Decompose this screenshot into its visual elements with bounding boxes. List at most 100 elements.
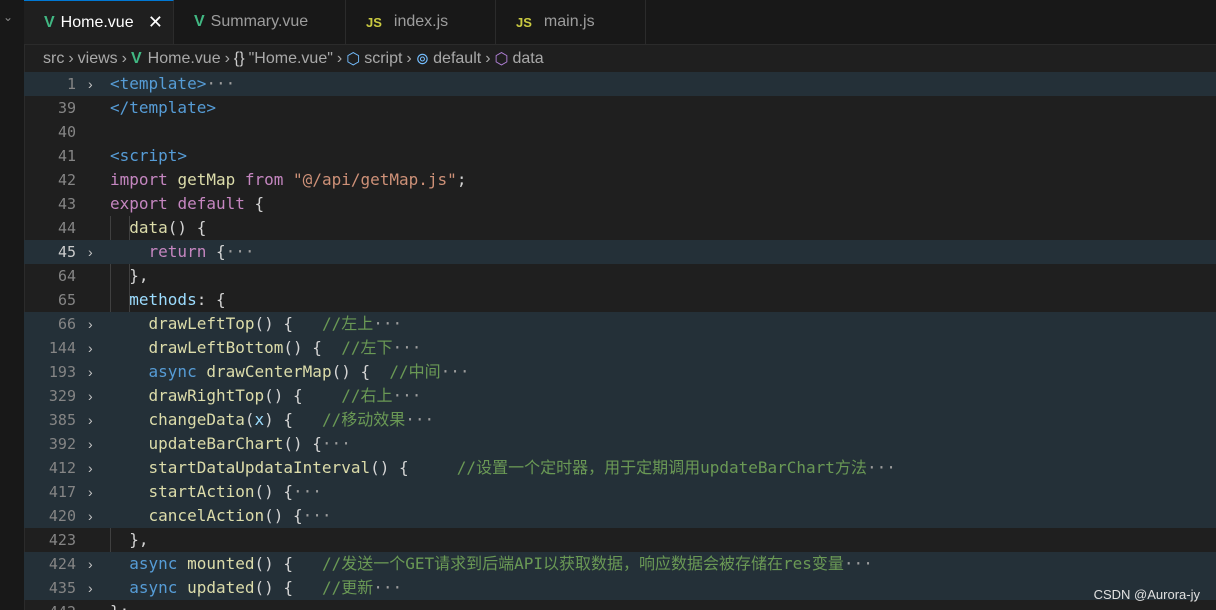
code-line[interactable]: 1 › <template>··· — [24, 72, 1216, 96]
breadcrumb-views[interactable]: views — [78, 50, 118, 68]
ellipsis[interactable]: ··· — [441, 362, 470, 381]
code-line[interactable]: 44 data() { — [24, 216, 1216, 240]
punct-token: () { — [264, 506, 303, 525]
comment-token: //移动效果 — [321, 410, 406, 429]
comment-token: //中间 — [389, 362, 441, 381]
function-token: drawLeftBottom — [148, 338, 284, 357]
code-line[interactable]: 193 › async drawCenterMap() { //中间··· — [24, 360, 1216, 384]
code-line[interactable]: 65 methods: { — [24, 288, 1216, 312]
ellipsis[interactable]: ··· — [405, 410, 434, 429]
code-line[interactable]: 329 › drawRightTop() { //右上··· — [24, 384, 1216, 408]
ellipsis[interactable]: ··· — [392, 386, 421, 405]
code-text: methods: { — [110, 288, 225, 312]
punct-token: () { — [254, 314, 322, 333]
function-token: drawRightTop — [148, 386, 265, 405]
code-editor[interactable]: 1 › <template>··· 39 </template> 40 41 <… — [24, 72, 1216, 610]
code-line[interactable]: 64 }, — [24, 264, 1216, 288]
breadcrumb-default[interactable]: default — [433, 50, 481, 68]
code-line[interactable]: 41 <script> — [24, 144, 1216, 168]
code-line-current[interactable]: 45 › return {··· — [24, 240, 1216, 264]
breadcrumb-data[interactable]: data — [513, 50, 544, 68]
chevron-down-icon[interactable]: ⌄ — [3, 10, 13, 24]
breadcrumb-src[interactable]: src — [43, 50, 64, 68]
fold-chevron-icon[interactable]: › — [88, 240, 102, 264]
fold-chevron-icon[interactable]: › — [88, 312, 102, 336]
line-number: 417 — [48, 483, 76, 501]
keyword-token: async — [129, 554, 178, 573]
code-line[interactable]: 442 }; — [24, 600, 1216, 610]
ellipsis[interactable]: ··· — [373, 314, 402, 333]
editor-area: V Home.vue ✕ V Summary.vue JS index.js J… — [24, 0, 1216, 610]
code-line[interactable]: 43 export default { — [24, 192, 1216, 216]
line-number: 41 — [57, 147, 76, 165]
code-line[interactable]: 420 › cancelAction() {··· — [24, 504, 1216, 528]
breadcrumb-home-vue[interactable]: Home.vue — [148, 50, 221, 68]
fold-chevron-icon[interactable]: › — [88, 408, 102, 432]
line-number: 65 — [57, 291, 76, 309]
breadcrumb-home-vue-string[interactable]: "Home.vue" — [249, 50, 333, 68]
fold-chevron-icon[interactable]: › — [88, 336, 102, 360]
fold-chevron-icon[interactable]: › — [88, 384, 102, 408]
tab-summary-vue[interactable]: V Summary.vue — [174, 0, 346, 44]
code-text: drawRightTop() { //右上··· — [110, 384, 422, 408]
code-line[interactable]: 412 › startDataUpdataInterval() { //设置一个… — [24, 456, 1216, 480]
code-line[interactable]: 385 › changeData(x) { //移动效果··· — [24, 408, 1216, 432]
fold-chevron-icon[interactable]: › — [88, 72, 102, 96]
keyword-token: export — [110, 194, 168, 213]
code-line[interactable]: 424 › async mounted() { //发送一个GET请求到后端AP… — [24, 552, 1216, 576]
code-line[interactable]: 39 </template> — [24, 96, 1216, 120]
line-number: 420 — [48, 507, 76, 525]
line-number: 42 — [57, 171, 76, 189]
ellipsis[interactable]: ··· — [293, 482, 322, 501]
tab-home-vue[interactable]: V Home.vue ✕ — [24, 0, 174, 44]
ellipsis[interactable]: ··· — [206, 74, 235, 93]
ellipsis[interactable]: ··· — [226, 242, 255, 261]
tab-index-js[interactable]: JS index.js — [346, 0, 496, 44]
chevron-right-icon: › — [336, 50, 343, 67]
code-line[interactable]: 42 import getMap from "@/api/getMap.js"; — [24, 168, 1216, 192]
ellipsis[interactable]: ··· — [303, 506, 332, 525]
function-token: updated — [187, 578, 255, 597]
fold-chevron-icon[interactable]: › — [88, 504, 102, 528]
activity-bar: ⌄ — [0, 0, 25, 610]
fold-chevron-icon[interactable]: › — [88, 576, 102, 600]
close-icon[interactable]: ✕ — [148, 12, 163, 33]
punct-token: () { — [283, 434, 322, 453]
code-line[interactable]: 40 — [24, 120, 1216, 144]
code-line[interactable]: 417 › startAction() {··· — [24, 480, 1216, 504]
punct-token: ( — [244, 410, 255, 429]
tab-bar: V Home.vue ✕ V Summary.vue JS index.js J… — [24, 0, 1216, 45]
ellipsis[interactable]: ··· — [322, 434, 351, 453]
code-line[interactable]: 435 › async updated() { //更新··· — [24, 576, 1216, 600]
fold-chevron-icon[interactable]: › — [88, 360, 102, 384]
fold-chevron-icon[interactable]: › — [88, 552, 102, 576]
code-line[interactable]: 144 › drawLeftBottom() { //左下··· — [24, 336, 1216, 360]
keyword-token: default — [177, 194, 245, 213]
punct-token: { — [254, 194, 265, 213]
code-line[interactable]: 66 › drawLeftTop() { //左上··· — [24, 312, 1216, 336]
punct-token: ) { — [264, 410, 322, 429]
tab-label: Summary.vue — [210, 13, 309, 30]
code-line[interactable]: 423 }, — [24, 528, 1216, 552]
code-text: data() { — [110, 216, 206, 240]
tag-token: </template> — [110, 98, 216, 117]
code-text: async updated() { //更新··· — [110, 576, 402, 600]
fold-chevron-icon[interactable]: › — [88, 456, 102, 480]
code-text: startAction() {··· — [110, 480, 322, 504]
breadcrumb: src › views › V Home.vue › {} "Home.vue"… — [24, 46, 1216, 72]
ellipsis[interactable]: ··· — [867, 458, 896, 477]
line-number: 442 — [24, 600, 76, 610]
string-token: "@/api/getMap.js" — [293, 170, 457, 189]
breadcrumb-script[interactable]: script — [364, 50, 402, 68]
ellipsis[interactable]: ··· — [373, 578, 402, 597]
tab-main-js[interactable]: JS main.js — [496, 0, 646, 44]
keyword-token: return — [148, 242, 207, 261]
chevron-right-icon: › — [224, 50, 230, 67]
fold-chevron-icon[interactable]: › — [88, 432, 102, 456]
fold-chevron-icon[interactable]: › — [88, 480, 102, 504]
ellipsis[interactable]: ··· — [392, 338, 421, 357]
code-line[interactable]: 392 › updateBarChart() {··· — [24, 432, 1216, 456]
function-token: drawLeftTop — [148, 314, 255, 333]
ellipsis[interactable]: ··· — [844, 554, 873, 573]
punct-token: }, — [129, 266, 149, 285]
